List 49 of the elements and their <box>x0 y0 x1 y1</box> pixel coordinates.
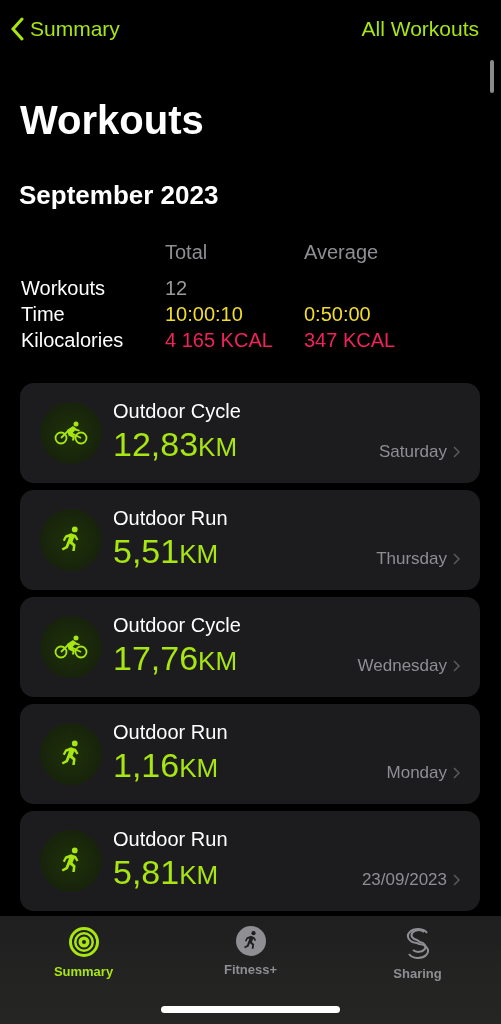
workout-card[interactable]: Outdoor Cycle 12,83KM Saturday <box>20 383 480 483</box>
scroll-indicator <box>490 60 494 93</box>
tab[interactable]: Sharing <box>334 916 501 986</box>
column-header: Average <box>304 240 380 265</box>
stat-label: Workouts <box>21 276 107 301</box>
chevron-icon <box>453 660 460 672</box>
workout-distance: 17,76KM <box>113 639 238 679</box>
workout-distance: 12,83KM <box>113 425 238 465</box>
workout-name: Outdoor Run <box>113 828 229 851</box>
cyclist-icon <box>54 635 88 659</box>
stat-average: 0:50:00 <box>304 302 372 327</box>
chevron-icon <box>453 553 460 565</box>
workout-name: Outdoor Cycle <box>113 614 242 637</box>
tab[interactable]: Fitness+ <box>167 916 334 986</box>
stat-total: 4 165 KCAL <box>165 328 274 353</box>
rings-icon <box>67 926 100 958</box>
stat-average: 347 KCAL <box>304 328 397 353</box>
tab[interactable]: Summary <box>0 916 167 986</box>
stat-label: Kilocalories <box>21 328 125 353</box>
workout-name: Outdoor Run <box>113 721 229 744</box>
date-text: Wednesday <box>357 656 447 676</box>
month-heading: September 2023 <box>19 180 220 211</box>
date-text: 23/09/2023 <box>361 870 447 890</box>
workout-name: Outdoor Cycle <box>113 400 242 423</box>
workout-distance: 5,51KM <box>113 532 219 572</box>
chevron-icon <box>453 767 460 779</box>
all-workouts-link[interactable]: All Workouts <box>361 17 479 41</box>
workout-card[interactable]: Outdoor Cycle 17,76KM Wednesday <box>20 597 480 697</box>
date-text: Monday <box>386 763 447 783</box>
workout-name: Outdoor Run <box>113 507 229 530</box>
stat-total: 12 <box>165 276 189 301</box>
chevron-icon <box>453 446 460 458</box>
column-header: Total <box>165 240 209 265</box>
stat-label: Time <box>21 302 66 327</box>
stat-total: 10:00:10 <box>165 302 244 327</box>
cyclist-icon <box>54 421 88 445</box>
sharing-icon <box>405 926 430 960</box>
workout-card[interactable]: Outdoor Run 5,51KM Thursday <box>20 490 480 590</box>
workout-distance: 1,16KM <box>113 746 219 786</box>
runner-icon <box>235 926 266 956</box>
page-title: Workouts <box>20 98 205 142</box>
date-text: Thursday <box>376 549 447 569</box>
date-text: Saturday <box>378 442 447 462</box>
workout-card[interactable]: Outdoor Run 1,16KM Monday <box>20 704 480 804</box>
chevron-icon <box>453 874 460 886</box>
workout-card[interactable]: Outdoor Run 5,81KM 23/09/2023 <box>20 811 480 911</box>
back-chevron-icon <box>10 17 24 41</box>
back-link[interactable]: Summary <box>10 17 120 41</box>
workout-distance: 5,81KM <box>113 853 219 893</box>
